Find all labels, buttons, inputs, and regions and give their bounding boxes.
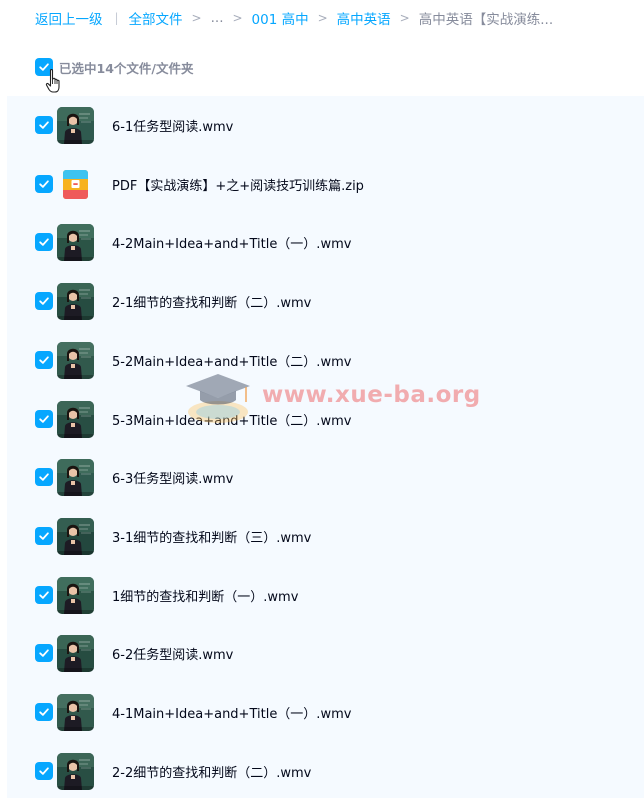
check-icon (39, 356, 49, 364)
check-icon (39, 238, 49, 247)
file-name[interactable]: 6-1任务型阅读.wmv (112, 116, 233, 135)
breadcrumb-current: 高中英语【实战演练... (418, 12, 554, 28)
file-row[interactable]: 6-3任务型阅读.wmv (7, 448, 644, 507)
file-row[interactable]: 4-1Main+Idea+and+Title（一）.wmv (7, 683, 644, 742)
file-row[interactable]: 5-3Main+Idea+and+Title（二）.wmv (7, 390, 644, 449)
file-name[interactable]: 5-2Main+Idea+and+Title（二）.wmv (112, 351, 351, 370)
file-checkbox[interactable] (35, 233, 53, 252)
chevron-right-icon: > (232, 11, 243, 25)
file-checkbox[interactable] (35, 585, 53, 604)
file-checkbox[interactable] (35, 116, 53, 134)
check-icon (39, 473, 49, 481)
check-icon (39, 767, 49, 775)
file-row[interactable]: 1细节的查找和判断（一）.wmv (7, 566, 644, 625)
file-checkbox[interactable] (35, 292, 53, 311)
breadcrumb-level1[interactable]: 001 高中 (252, 8, 309, 28)
check-icon (39, 708, 49, 716)
file-name[interactable]: 2-2细节的查找和判断（二）.wmv (112, 762, 311, 781)
hand-pointer-icon (45, 69, 60, 93)
video-thumbnail (57, 459, 94, 497)
file-checkbox[interactable] (35, 526, 53, 545)
file-name[interactable]: 4-2Main+Idea+and+Title（一）.wmv (112, 233, 351, 252)
file-row[interactable]: 2-1细节的查找和判断（二）.wmv (7, 272, 644, 331)
breadcrumb-divider: | (114, 11, 119, 25)
video-thumbnail (57, 694, 94, 731)
file-row[interactable]: 5-2Main+Idea+and+Title（二）.wmv (7, 331, 644, 390)
check-icon (39, 297, 49, 305)
breadcrumb-ellipsis[interactable]: ... (211, 10, 224, 26)
file-checkbox[interactable] (35, 350, 53, 369)
breadcrumb-level2[interactable]: 高中英语 (337, 8, 391, 28)
file-checkbox[interactable] (35, 761, 53, 780)
check-icon (39, 121, 49, 129)
video-thumbnail (57, 517, 94, 555)
zip-icon (57, 166, 94, 203)
file-checkbox[interactable] (35, 174, 53, 193)
file-row[interactable]: 4-2Main+Idea+and+Title（一）.wmv (7, 213, 644, 272)
check-icon (39, 590, 49, 599)
file-checkbox[interactable] (35, 644, 53, 663)
video-thumbnail (57, 400, 94, 438)
file-name[interactable]: 2-1细节的查找和判断（二）.wmv (112, 292, 311, 311)
file-row[interactable]: 3-1细节的查找和判断（三）.wmv (7, 507, 644, 566)
file-row[interactable]: 2-2细节的查找和判断（二）.wmv (7, 742, 644, 800)
file-name[interactable]: 3-1细节的查找和判断（三）.wmv (112, 527, 311, 546)
file-row[interactable]: 6-2任务型阅读.wmv (7, 624, 644, 683)
file-row[interactable]: 6-1任务型阅读.wmv (7, 96, 644, 155)
file-name[interactable]: 1细节的查找和判断（一）.wmv (112, 586, 298, 605)
video-thumbnail (57, 752, 94, 790)
video-thumbnail (57, 224, 94, 262)
video-thumbnail (57, 576, 94, 614)
video-thumbnail (57, 341, 94, 379)
check-icon (39, 532, 49, 540)
check-icon (39, 414, 49, 423)
file-checkbox[interactable] (35, 468, 53, 487)
file-name[interactable]: 6-3任务型阅读.wmv (112, 468, 233, 487)
check-icon (39, 180, 49, 188)
video-thumbnail (57, 107, 94, 144)
file-row[interactable]: PDF【实战演练】+之+阅读技巧训练篇.zip (7, 155, 644, 214)
file-checkbox[interactable] (35, 409, 53, 428)
chevron-right-icon: > (191, 11, 202, 25)
chevron-right-icon: > (317, 11, 328, 25)
file-name[interactable]: PDF【实战演练】+之+阅读技巧训练篇.zip (112, 175, 364, 194)
back-link[interactable]: 返回上一级 (35, 8, 103, 28)
selection-count-label: 已选中14个文件/文件夹 (59, 60, 194, 76)
breadcrumb-all-files[interactable]: 全部文件 (129, 8, 183, 28)
file-name[interactable]: 4-1Main+Idea+and+Title（一）.wmv (112, 703, 351, 722)
video-thumbnail (57, 635, 94, 673)
file-name[interactable]: 6-2任务型阅读.wmv (112, 644, 233, 663)
video-thumbnail (57, 283, 94, 321)
file-name[interactable]: 5-3Main+Idea+and+Title（二）.wmv (112, 410, 351, 429)
chevron-right-icon: > (399, 11, 410, 25)
file-checkbox[interactable] (35, 703, 53, 721)
breadcrumb: 返回上一级 | 全部文件 > ... > 001 高中 > 高中英语 > 高中英… (35, 8, 553, 28)
check-icon (39, 649, 49, 658)
